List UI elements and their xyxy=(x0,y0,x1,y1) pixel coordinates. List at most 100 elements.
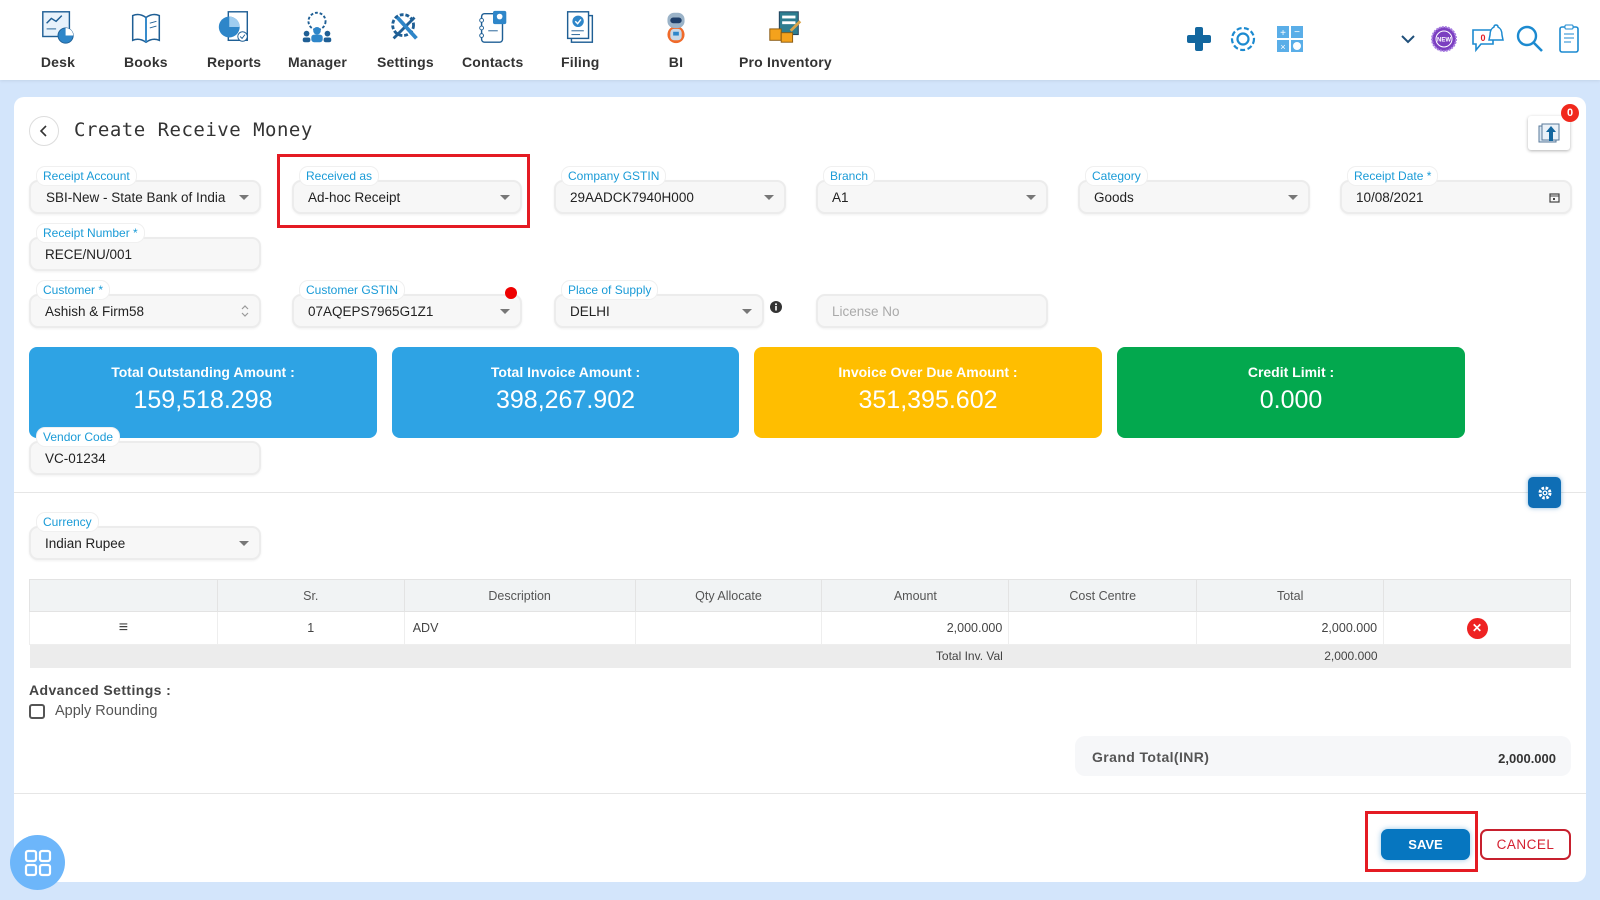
contacts-icon xyxy=(478,10,507,43)
apps-menu-button[interactable] xyxy=(10,835,65,890)
grand-total-value: 2,000.000 xyxy=(1498,751,1556,766)
bi-robot-icon xyxy=(667,12,685,44)
caret-down-icon xyxy=(500,195,510,200)
grand-total-label: Grand Total(INR) xyxy=(1092,749,1210,765)
calendar-icon[interactable] xyxy=(1549,192,1560,203)
top-nav-bar: Desk Books Reports Manager Settings Cont… xyxy=(0,0,1600,80)
currency-select[interactable]: Currency Indian Rupee xyxy=(29,513,261,560)
section-divider xyxy=(14,492,1586,493)
status-dot xyxy=(505,287,517,299)
line-items-table: Sr. Description Qty Allocate Amount Cost… xyxy=(29,579,1571,668)
field-label: Place of Supply xyxy=(562,281,658,299)
pro-inventory-icon xyxy=(769,11,802,43)
stat-label: Total Outstanding Amount : xyxy=(111,364,295,380)
info-icon[interactable] xyxy=(770,301,782,313)
manager-icon xyxy=(303,11,332,43)
notifications-button[interactable]: 0 xyxy=(1471,22,1505,56)
field-value: DELHI xyxy=(570,304,610,319)
svg-text:NEW: NEW xyxy=(1437,38,1451,44)
field-value: 29AADCK7940H000 xyxy=(570,190,694,205)
col-header-actions xyxy=(1383,579,1571,612)
notification-icon: 0 xyxy=(1472,24,1504,53)
nav-pro-inventory[interactable]: Pro Inventory xyxy=(739,8,832,70)
settings-icon xyxy=(391,13,419,40)
caret-down-icon xyxy=(500,309,510,314)
col-header-cost-centre: Cost Centre xyxy=(1008,579,1198,612)
receipt-date-input[interactable]: Receipt Date * 10/08/2021 xyxy=(1340,167,1572,214)
drag-handle-icon[interactable]: ≡ xyxy=(29,611,218,645)
page-title: Create Receive Money xyxy=(74,119,313,141)
nav-manager[interactable]: Manager xyxy=(288,8,347,70)
add-button[interactable] xyxy=(1182,22,1216,56)
cancel-button[interactable]: CANCEL xyxy=(1480,829,1571,860)
expand-dropdown[interactable] xyxy=(1397,22,1419,56)
nav-filing[interactable]: Filing xyxy=(561,8,600,70)
receipt-number-input[interactable]: Receipt Number * RECE/NU/001 xyxy=(29,224,261,271)
gear-icon xyxy=(1538,486,1551,499)
stat-total-outstanding: Total Outstanding Amount : 159,518.298 xyxy=(29,347,377,438)
field-label: Branch xyxy=(824,167,875,185)
field-value: 07AQEPS7965G1Z1 xyxy=(308,304,434,319)
caret-down-icon xyxy=(239,195,249,200)
new-badge-icon: NEW xyxy=(1431,26,1457,52)
vendor-code-input[interactable]: Vendor Code VC-01234 xyxy=(29,428,261,475)
field-label: Receipt Account xyxy=(37,167,136,185)
apply-rounding-checkbox[interactable] xyxy=(29,704,45,719)
received-as-select[interactable]: Received as Ad-hoc Receipt xyxy=(292,167,522,214)
footer-value: 2,000.000 xyxy=(1008,644,1384,668)
field-value: A1 xyxy=(832,190,849,205)
place-of-supply-select[interactable]: Place of Supply DELHI xyxy=(554,281,764,328)
nav-label: Desk xyxy=(40,54,76,70)
cell-qty-allocate[interactable] xyxy=(634,611,823,645)
table-settings-button[interactable] xyxy=(1528,477,1561,508)
field-label: Customer * xyxy=(37,281,110,299)
cell-description[interactable]: ADV xyxy=(403,611,636,645)
nav-bi[interactable]: BI xyxy=(657,8,695,70)
save-button[interactable]: SAVE xyxy=(1381,829,1470,860)
stat-total-invoice: Total Invoice Amount : 398,267.902 xyxy=(392,347,739,438)
customer-gstin-select[interactable]: Customer GSTIN 07AQEPS7965G1Z1 xyxy=(292,281,522,328)
nav-contacts[interactable]: Contacts xyxy=(462,8,524,70)
back-button[interactable] xyxy=(29,116,59,146)
cell-cost-centre[interactable] xyxy=(1008,611,1198,645)
nav-label: Manager xyxy=(288,54,347,70)
search-icon xyxy=(1516,25,1543,52)
col-header-handle xyxy=(29,579,218,612)
field-value: 10/08/2021 xyxy=(1356,190,1424,205)
col-header-qty-allocate: Qty Allocate xyxy=(634,579,823,612)
receipt-account-select[interactable]: Receipt Account SBI-New - State Bank of … xyxy=(29,167,261,214)
license-no-input[interactable]: License No xyxy=(816,294,1048,328)
nav-desk[interactable]: Desk xyxy=(39,8,77,70)
settings-button[interactable] xyxy=(1226,22,1260,56)
filing-icon xyxy=(567,11,594,43)
attachment-upload-button[interactable] xyxy=(1528,116,1570,150)
cell-amount[interactable]: 2,000.000 xyxy=(821,611,1010,645)
caret-down-icon xyxy=(742,309,752,314)
nav-settings[interactable]: Settings xyxy=(377,8,434,70)
cell-actions: ✕ xyxy=(1383,611,1571,645)
field-label: Receipt Date * xyxy=(1348,167,1438,185)
desk-icon xyxy=(42,11,74,44)
table-header-row: Sr. Description Qty Allocate Amount Cost… xyxy=(29,579,1571,612)
stat-value: 398,267.902 xyxy=(495,386,636,414)
customer-select[interactable]: Customer * Ashish & Firm58 xyxy=(29,281,261,328)
search-button[interactable] xyxy=(1513,22,1547,56)
nav-books[interactable]: Books xyxy=(124,8,168,70)
apply-rounding-label[interactable]: Apply Rounding xyxy=(55,703,157,719)
nav-reports[interactable]: Reports xyxy=(207,8,261,70)
table-row: ≡ 1 ADV 2,000.000 2,000.000 ✕ xyxy=(29,611,1571,645)
field-label: Category xyxy=(1086,167,1147,185)
field-label: Vendor Code xyxy=(37,428,120,446)
calculator-button[interactable]: + − × xyxy=(1273,22,1307,56)
category-select[interactable]: Category Goods xyxy=(1078,167,1310,214)
field-label: Receipt Number * xyxy=(37,224,144,242)
branch-select[interactable]: Branch A1 xyxy=(816,167,1048,214)
stat-value: 159,518.298 xyxy=(133,386,273,414)
whats-new-button[interactable]: NEW xyxy=(1427,22,1461,56)
table-footer-row: Total Inv. Val 2,000.000 xyxy=(29,644,1571,668)
company-gstin-select[interactable]: Company GSTIN 29AADCK7940H000 xyxy=(554,167,786,214)
gear-icon xyxy=(1230,26,1256,52)
notes-button[interactable] xyxy=(1553,22,1587,56)
delete-row-icon[interactable]: ✕ xyxy=(1466,617,1488,639)
nav-label: Books xyxy=(124,54,168,70)
